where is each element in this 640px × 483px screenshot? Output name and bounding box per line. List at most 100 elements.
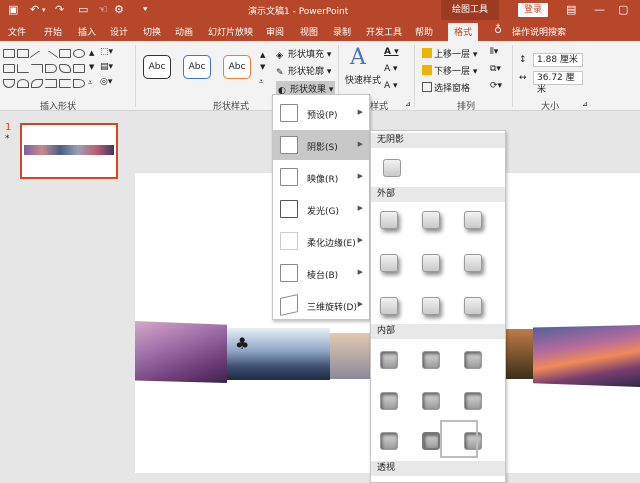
- elbow-connector-icon[interactable]: [17, 64, 29, 73]
- style-sample-dark[interactable]: Abc: [143, 55, 171, 79]
- tab-view[interactable]: 视图: [300, 25, 318, 38]
- shadow-outer-option[interactable]: [380, 254, 398, 272]
- shadow-inner-option[interactable]: [464, 392, 482, 410]
- rotate-icon[interactable]: ⟳▾: [490, 81, 502, 91]
- undo-icon[interactable]: ↶: [30, 3, 39, 17]
- text-box-icon[interactable]: ▤▾: [100, 62, 113, 72]
- photo-snowy-tree[interactable]: ♣: [227, 328, 330, 380]
- tell-me-search[interactable]: 操作说明搜索: [512, 25, 566, 38]
- styles-scroll-down-icon[interactable]: ▼: [260, 63, 265, 71]
- quick-styles-button[interactable]: 快速样式: [345, 73, 381, 86]
- triangle-shape-icon[interactable]: [3, 64, 15, 73]
- callout-shape-icon[interactable]: [73, 64, 85, 73]
- text-outline-icon[interactable]: A ▾: [384, 64, 398, 74]
- style-sample-blue[interactable]: Abc: [183, 55, 211, 79]
- selection-pane-button[interactable]: 选择窗格: [422, 81, 470, 94]
- touch-mode-icon[interactable]: ☜: [98, 3, 108, 17]
- shadow-outer-option[interactable]: [464, 211, 482, 229]
- bracket-shape-icon[interactable]: [59, 79, 71, 88]
- shadow-inner-option[interactable]: [422, 351, 440, 369]
- tab-help[interactable]: 帮助: [415, 25, 433, 38]
- styles-more-icon[interactable]: ⩡: [259, 77, 264, 87]
- styles-scroll-up-icon[interactable]: ▲: [260, 51, 265, 59]
- star-burst-icon[interactable]: [73, 79, 85, 88]
- shadow-outer-option[interactable]: [380, 297, 398, 315]
- shadow-inner-option-hovered[interactable]: [422, 432, 440, 450]
- shadow-inner-option[interactable]: [380, 351, 398, 369]
- effects-item-bevel[interactable]: 棱台(B) ▶: [273, 258, 369, 288]
- gallery-scroll-up-icon[interactable]: ▲: [89, 49, 94, 57]
- merge-shapes-icon[interactable]: ◎▾: [100, 77, 112, 87]
- tab-file[interactable]: 文件: [8, 25, 26, 38]
- minimize-icon[interactable]: —: [594, 3, 605, 16]
- effects-item-glow[interactable]: 发光(G) ▶: [273, 194, 369, 224]
- style-sample-orange[interactable]: Abc: [223, 55, 251, 79]
- size-dialog-launcher-icon[interactable]: ⊿: [582, 100, 588, 108]
- tab-developer[interactable]: 开发工具: [366, 25, 402, 38]
- effects-item-3d-rotation[interactable]: 三维旋转(D) ▶: [273, 290, 369, 320]
- slide-thumbnail[interactable]: [20, 123, 118, 179]
- undo-dropdown-icon[interactable]: ▾: [42, 3, 46, 17]
- shadow-outer-option[interactable]: [464, 254, 482, 272]
- shadow-inner-option[interactable]: [380, 432, 398, 450]
- star-shape-icon[interactable]: [59, 64, 71, 73]
- shadow-outer-option[interactable]: [464, 297, 482, 315]
- tab-record[interactable]: 录制: [333, 25, 351, 38]
- dialog-launcher-icon[interactable]: ⊿: [405, 100, 411, 108]
- present-icon[interactable]: ▭: [78, 3, 88, 17]
- photo-pink-sunset[interactable]: [533, 325, 640, 387]
- text-box-shape-icon[interactable]: [17, 49, 29, 58]
- tab-animations[interactable]: 动画: [175, 25, 193, 38]
- align-icon[interactable]: ⫴▾: [490, 47, 498, 57]
- text-fill-icon[interactable]: A ▾: [384, 47, 399, 57]
- block-arrow-icon[interactable]: [45, 64, 57, 73]
- elbow-arrow-icon[interactable]: [31, 64, 43, 73]
- effects-item-reflection[interactable]: 映像(R) ▶: [273, 162, 369, 192]
- tab-design[interactable]: 设计: [110, 25, 128, 38]
- shape-outline-button[interactable]: ✎ 形状轮廓 ▾: [276, 64, 331, 78]
- ribbon-display-icon[interactable]: ▤: [566, 3, 576, 16]
- tab-slideshow[interactable]: 幻灯片放映: [208, 25, 253, 38]
- brace-shape-icon[interactable]: [45, 79, 57, 88]
- tab-insert[interactable]: 插入: [78, 25, 96, 38]
- shadow-inner-option[interactable]: [380, 392, 398, 410]
- line-shape-icon[interactable]: [29, 50, 45, 65]
- redo-icon[interactable]: ↷: [55, 3, 64, 17]
- wave-shape-icon[interactable]: [31, 79, 43, 88]
- width-input[interactable]: 36.72 厘米: [533, 71, 583, 95]
- shadow-outer-option[interactable]: [422, 211, 440, 229]
- wordart-a-icon[interactable]: A: [350, 45, 366, 70]
- arrow-shape-icon[interactable]: [43, 50, 59, 65]
- customize-icon[interactable]: ⚙: [114, 3, 124, 17]
- login-button[interactable]: 登录: [518, 3, 548, 17]
- shadow-inner-option[interactable]: [464, 351, 482, 369]
- gallery-more-icon[interactable]: ⩡: [88, 78, 93, 88]
- text-effects-icon[interactable]: A ▾: [384, 81, 398, 91]
- shadow-inner-option[interactable]: [422, 392, 440, 410]
- effects-item-soft-edges[interactable]: 柔化边缘(E) ▶: [273, 226, 369, 256]
- restore-icon[interactable]: ▢: [618, 3, 628, 16]
- arc-shape-icon[interactable]: [17, 79, 29, 88]
- rectangle-shape-icon[interactable]: [3, 49, 15, 58]
- send-backward-button[interactable]: 下移一层 ▾: [422, 64, 477, 77]
- save-icon[interactable]: ▣: [8, 3, 18, 17]
- effects-item-shadow[interactable]: 阴影(S) ▶: [273, 130, 369, 160]
- edit-shape-icon[interactable]: ⬚▾: [100, 47, 113, 57]
- customize-quick-access-icon[interactable]: ⯆: [142, 3, 148, 17]
- bring-forward-button[interactable]: 上移一层 ▾: [422, 47, 477, 60]
- photo-sunset-center[interactable]: [330, 333, 370, 379]
- shadow-outer-option[interactable]: [422, 297, 440, 315]
- tab-format[interactable]: 格式: [448, 23, 479, 41]
- curve-shape-icon[interactable]: [3, 79, 15, 88]
- shape-fill-button[interactable]: ◈ 形状填充 ▾: [276, 47, 331, 61]
- effects-item-preset[interactable]: 预设(P) ▶: [273, 98, 369, 128]
- gallery-scroll-down-icon[interactable]: ▼: [89, 63, 94, 71]
- height-input[interactable]: 1.88 厘米: [533, 53, 583, 67]
- shadow-outer-option[interactable]: [380, 211, 398, 229]
- rect-shape-icon[interactable]: [59, 49, 71, 58]
- photo-purple-mountain[interactable]: [135, 321, 227, 383]
- tab-home[interactable]: 开始: [44, 25, 62, 38]
- photo-dusk-field[interactable]: [506, 329, 533, 379]
- shadow-none-option[interactable]: [383, 159, 401, 177]
- oval-shape-icon[interactable]: [73, 49, 85, 58]
